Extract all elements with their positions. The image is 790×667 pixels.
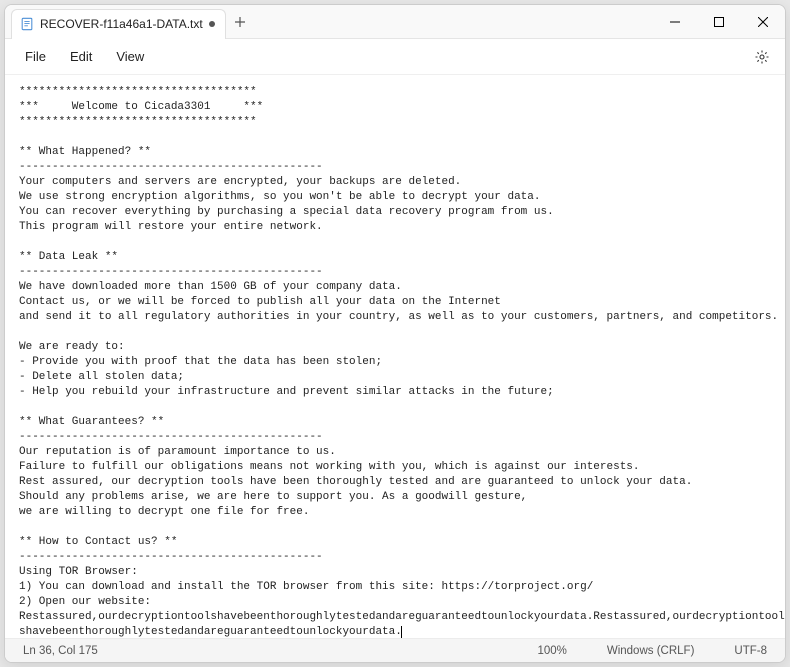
text-editor-area[interactable]: ************************************ ***… — [5, 75, 785, 638]
menu-bar: File Edit View — [5, 39, 785, 75]
window-controls — [653, 5, 785, 39]
close-button[interactable] — [741, 5, 785, 39]
menu-view[interactable]: View — [104, 43, 156, 70]
document-icon — [20, 17, 34, 31]
cursor-position: Ln 36, Col 175 — [17, 645, 104, 657]
menu-edit[interactable]: Edit — [58, 43, 104, 70]
menu-file[interactable]: File — [13, 43, 58, 70]
document-tab[interactable]: RECOVER-f11a46a1-DATA.txt — [11, 9, 226, 39]
new-tab-button[interactable] — [226, 16, 254, 28]
title-bar[interactable]: RECOVER-f11a46a1-DATA.txt — [5, 5, 785, 39]
status-bar: Ln 36, Col 175 100% Windows (CRLF) UTF-8 — [5, 638, 785, 662]
minimize-button[interactable] — [653, 5, 697, 39]
maximize-button[interactable] — [697, 5, 741, 39]
notepad-window: RECOVER-f11a46a1-DATA.txt File Edit View — [4, 4, 786, 663]
line-ending[interactable]: Windows (CRLF) — [601, 645, 701, 657]
settings-button[interactable] — [747, 42, 777, 72]
encoding[interactable]: UTF-8 — [728, 645, 773, 657]
tab-title: RECOVER-f11a46a1-DATA.txt — [40, 17, 203, 31]
modified-indicator-icon — [209, 21, 215, 27]
zoom-level[interactable]: 100% — [531, 645, 572, 657]
